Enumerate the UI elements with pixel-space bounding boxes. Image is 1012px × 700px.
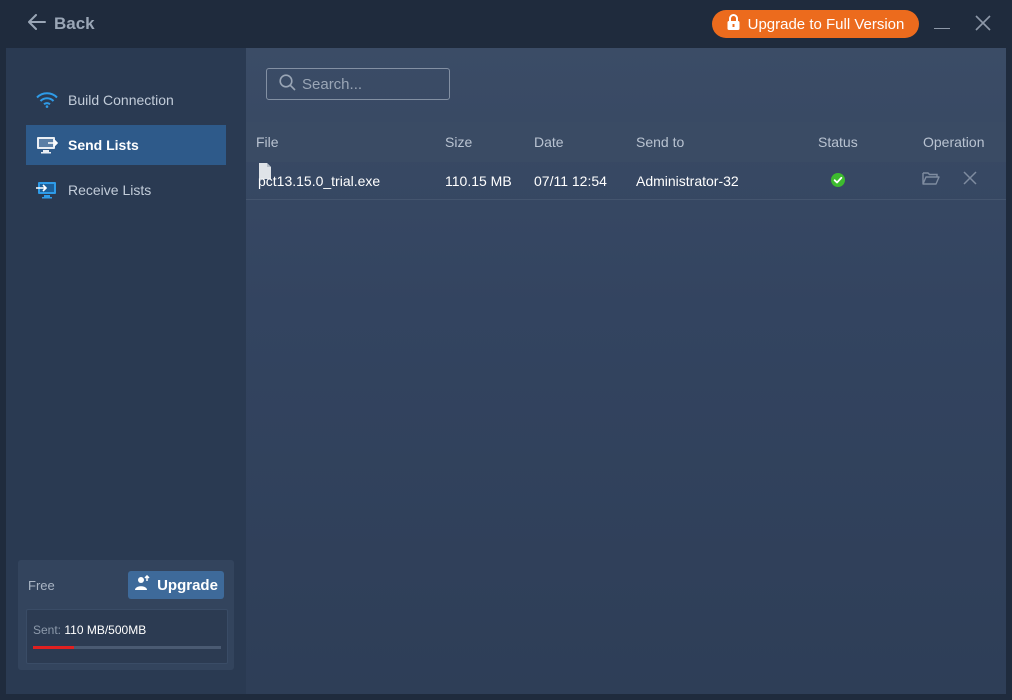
usage-meter: Sent: 110 MB/500MB	[26, 609, 228, 664]
lock-icon	[727, 14, 740, 34]
search-box[interactable]	[266, 68, 450, 100]
upgrade-full-version-button[interactable]: Upgrade to Full Version	[712, 10, 919, 38]
minimize-button[interactable]	[934, 14, 952, 34]
sidebar-item-receive-lists[interactable]: Receive Lists	[26, 170, 226, 210]
back-button[interactable]: Back	[28, 12, 95, 36]
close-icon	[974, 15, 992, 36]
wifi-icon	[36, 90, 58, 110]
sidebar-item-build-connection[interactable]: Build Connection	[26, 80, 226, 120]
table-row[interactable]: pct13.15.0_trial.exe 110.15 MB 07/11 12:…	[246, 162, 1006, 200]
usage-progress-track	[33, 646, 221, 649]
close-window-button[interactable]	[974, 14, 992, 34]
search-icon	[279, 73, 296, 95]
upgrade-label: Upgrade	[157, 576, 218, 594]
file-name: pct13.15.0_trial.exe	[258, 173, 381, 189]
send-to-device: Administrator-32	[636, 173, 739, 189]
column-header-operation: Operation	[923, 134, 985, 150]
table-header: File Size Date Send to Status Operation	[246, 122, 1006, 162]
column-header-status: Status	[818, 134, 858, 150]
file-size: 110.15 MB	[445, 173, 512, 189]
plan-panel: Free Upgrade Sent: 110 MB/500MB	[18, 560, 234, 670]
sidebar-item-label: Receive Lists	[68, 182, 152, 198]
upgrade-button[interactable]: Upgrade	[128, 571, 224, 599]
search-input[interactable]	[302, 75, 442, 93]
receive-monitor-icon	[36, 180, 58, 200]
send-monitor-icon	[36, 135, 58, 155]
transfer-date: 07/11 12:54	[534, 173, 607, 189]
status-success-icon	[831, 173, 845, 187]
plan-tier-label: Free	[28, 578, 55, 593]
delete-close-icon[interactable]	[962, 162, 980, 185]
back-label: Back	[54, 14, 95, 33]
usage-progress-fill	[33, 646, 75, 649]
column-header-date: Date	[534, 134, 564, 150]
sidebar-item-label: Send Lists	[68, 137, 139, 153]
sidebar: Build Connection Send Lists Receive List…	[6, 48, 246, 694]
arrow-left-icon	[28, 13, 46, 35]
usage-label: Sent:	[33, 623, 62, 637]
upgrade-full-version-label: Upgrade to Full Version	[747, 15, 905, 33]
column-header-size: Size	[445, 134, 473, 150]
sidebar-item-send-lists[interactable]: Send Lists	[26, 125, 226, 165]
upgrade-user-icon	[134, 574, 150, 595]
open-folder-icon[interactable]	[922, 162, 940, 185]
main-panel: File Size Date Send to Status Operation …	[246, 48, 1006, 694]
sidebar-item-label: Build Connection	[68, 92, 174, 108]
column-header-send-to: Send to	[636, 134, 685, 150]
title-bar: Back Upgrade to Full Version	[0, 0, 1012, 48]
column-header-file: File	[256, 134, 279, 150]
usage-value: 110 MB/500MB	[64, 623, 147, 637]
